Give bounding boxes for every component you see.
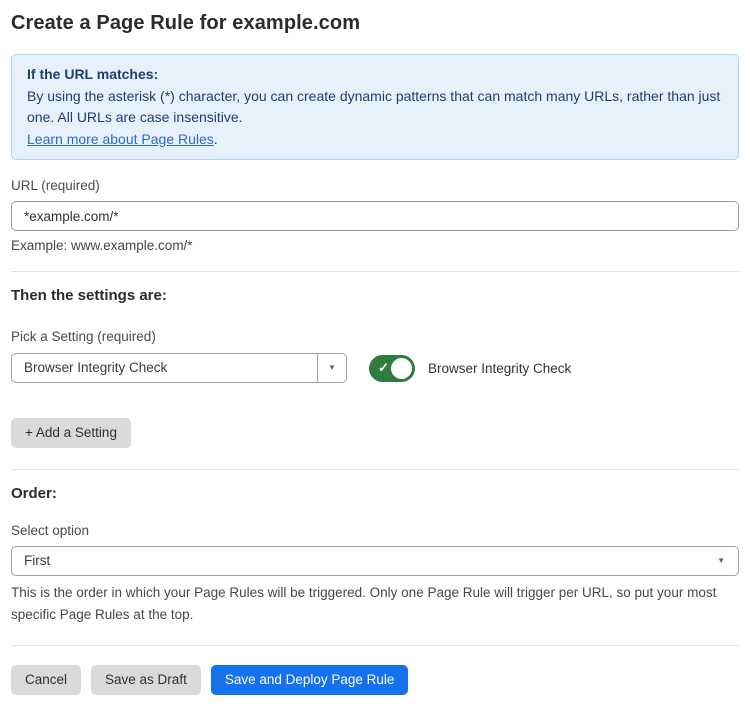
setting-select-dropdown-button[interactable]: ▼ — [317, 354, 346, 382]
save-as-draft-button[interactable]: Save as Draft — [91, 665, 201, 695]
link-period: . — [214, 131, 218, 147]
info-box-link-line: Learn more about Page Rules. — [27, 129, 723, 151]
page-title: Create a Page Rule for example.com — [11, 12, 739, 35]
caret-down-icon: ▼ — [328, 364, 336, 372]
setting-row: Browser Integrity Check ▼ ✓ Browser Inte… — [11, 353, 739, 383]
setting-select-value: Browser Integrity Check — [12, 354, 317, 382]
order-helper-text: This is the order in which your Page Rul… — [11, 582, 739, 626]
caret-down-icon: ▼ — [717, 557, 725, 565]
select-option-label: Select option — [11, 522, 739, 539]
save-and-deploy-button[interactable]: Save and Deploy Page Rule — [211, 665, 409, 695]
create-page-rule-form: Create a Page Rule for example.com If th… — [0, 0, 750, 695]
order-select[interactable]: First ▼ — [11, 546, 739, 576]
add-setting-button[interactable]: + Add a Setting — [11, 418, 131, 448]
toggle-setting-label: Browser Integrity Check — [428, 361, 571, 376]
divider — [11, 271, 739, 272]
browser-integrity-toggle[interactable]: ✓ — [369, 355, 415, 382]
divider — [11, 645, 739, 646]
setting-select[interactable]: Browser Integrity Check ▼ — [11, 353, 347, 383]
url-label: URL (required) — [11, 177, 739, 194]
footer-actions: Cancel Save as Draft Save and Deploy Pag… — [11, 665, 739, 695]
order-select-caret-wrap: ▼ — [717, 547, 738, 575]
info-box-heading: If the URL matches: — [27, 64, 723, 86]
url-input[interactable] — [11, 201, 739, 231]
info-box-body: By using the asterisk (*) character, you… — [27, 86, 723, 129]
order-select-value: First — [12, 547, 717, 575]
order-section-heading: Order: — [11, 485, 739, 503]
learn-more-page-rules-link[interactable]: Learn more about Page Rules — [27, 131, 214, 147]
settings-section-heading: Then the settings are: — [11, 287, 739, 305]
toggle-knob — [391, 358, 412, 379]
pick-setting-label: Pick a Setting (required) — [11, 328, 739, 345]
divider — [11, 469, 739, 470]
cancel-button[interactable]: Cancel — [11, 665, 81, 695]
url-match-info-box: If the URL matches: By using the asteris… — [11, 54, 739, 160]
check-icon: ✓ — [378, 361, 389, 374]
url-example-helper: Example: www.example.com/* — [11, 237, 739, 254]
